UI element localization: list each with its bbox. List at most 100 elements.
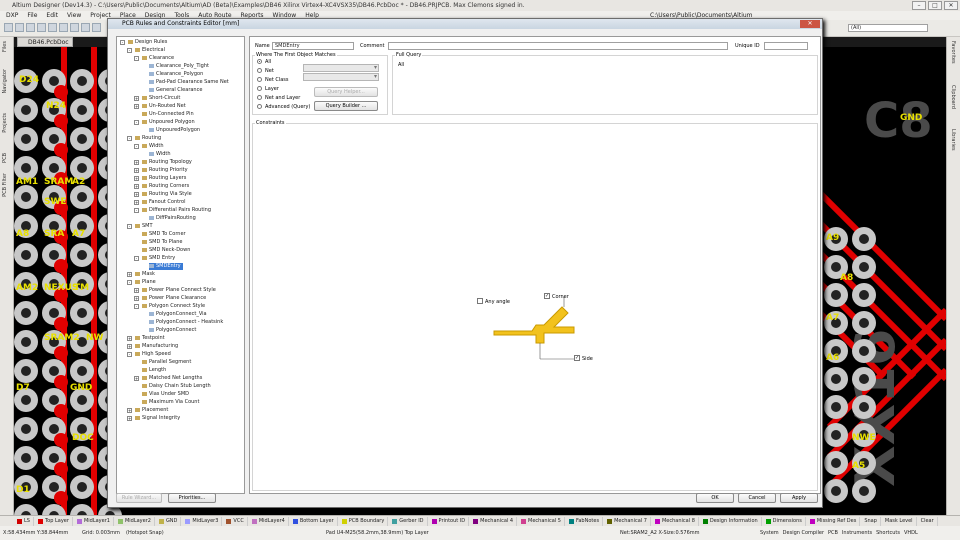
- tree-node[interactable]: General Clearance: [149, 87, 204, 94]
- layer-tab-gnd[interactable]: GND: [156, 516, 182, 526]
- option-radio-all[interactable]: [257, 59, 262, 64]
- layer-tab-mechanical-4[interactable]: Mechanical 4: [470, 516, 518, 526]
- rules-tree[interactable]: - Design Rules - Electrical - Clearance Cleara…: [116, 36, 245, 494]
- layer-tab-mechanical-5[interactable]: Mechanical 5: [518, 516, 565, 526]
- tree-expander-icon[interactable]: +: [127, 416, 132, 421]
- tree-node[interactable]: UnpouredPolygon: [149, 127, 202, 134]
- save-icon[interactable]: [26, 23, 35, 32]
- tree-expander-icon[interactable]: -: [127, 136, 132, 141]
- tree-node[interactable]: SMD To Plane: [142, 239, 185, 246]
- left-panel-tab-files[interactable]: Files: [2, 41, 8, 52]
- tree-node[interactable]: SMD To Corner: [142, 231, 188, 238]
- tree-node[interactable]: Testpoint: [135, 335, 167, 342]
- tree-node[interactable]: Clearance_Polygon: [149, 71, 205, 78]
- print-icon[interactable]: [37, 23, 46, 32]
- name-field[interactable]: SMDEntry: [272, 42, 354, 50]
- tree-node[interactable]: Plane: [135, 279, 158, 286]
- tree-node[interactable]: Fanout Control: [142, 199, 188, 206]
- tree-expander-icon[interactable]: +: [127, 272, 132, 277]
- close-button[interactable]: ✕: [944, 1, 958, 10]
- tree-node[interactable]: Signal Integrity: [135, 415, 182, 422]
- tree-expander-icon[interactable]: +: [134, 288, 139, 293]
- option-radio-advanced-query-[interactable]: [257, 104, 262, 109]
- tree-expander-icon[interactable]: +: [134, 104, 139, 109]
- layer-tab-fabnotes[interactable]: FabNotes: [566, 516, 604, 526]
- status-snap-button[interactable]: Snap: [861, 516, 881, 526]
- panel-button-pcb[interactable]: PCB: [828, 526, 838, 540]
- tree-expander-icon[interactable]: -: [127, 352, 132, 357]
- tree-expander-icon[interactable]: +: [134, 200, 139, 205]
- tree-node[interactable]: Vias Under SMD: [142, 391, 191, 398]
- tree-expander-icon[interactable]: -: [127, 280, 132, 285]
- cancel-button[interactable]: Cancel: [738, 493, 776, 503]
- tree-expander-icon[interactable]: +: [134, 96, 139, 101]
- dialog-close-button[interactable]: ✕: [800, 20, 820, 28]
- zoom-fit-icon[interactable]: [59, 23, 68, 32]
- tree-node[interactable]: Routing Via Style: [142, 191, 194, 198]
- tree-node[interactable]: Parallel Segment: [142, 359, 193, 366]
- tree-node[interactable]: Routing Topology: [142, 159, 194, 166]
- tree-node[interactable]: SMDEntry: [149, 263, 183, 270]
- status-clear-button[interactable]: Clear: [918, 516, 938, 526]
- layer-tab-midlayer2[interactable]: MidLayer2: [115, 516, 155, 526]
- tree-node[interactable]: PolygonConnect_Via: [149, 311, 209, 318]
- tree-node[interactable]: Matched Net Lengths: [142, 375, 204, 382]
- side-checkbox[interactable]: ✓: [574, 355, 580, 361]
- tree-expander-icon[interactable]: -: [134, 304, 139, 309]
- maximize-button[interactable]: □: [928, 1, 942, 10]
- layer-tab-dimensions[interactable]: Dimensions: [763, 516, 806, 526]
- tree-node[interactable]: Unpoured Polygon: [142, 119, 197, 126]
- option-radio-net[interactable]: [257, 68, 262, 73]
- paste-icon[interactable]: [92, 23, 101, 32]
- left-panel-tab-projects[interactable]: Projects: [2, 113, 8, 133]
- tree-node[interactable]: SMD Entry: [142, 255, 177, 262]
- tree-node[interactable]: Mask: [135, 271, 157, 278]
- tree-node[interactable]: Maximum Via Count: [142, 399, 201, 406]
- copy-icon[interactable]: [81, 23, 90, 32]
- tree-expander-icon[interactable]: -: [120, 40, 125, 45]
- tree-expander-icon[interactable]: -: [134, 56, 139, 61]
- tree-node[interactable]: Clearance_Poly_Tight: [149, 63, 211, 70]
- ok-button[interactable]: OK: [696, 493, 734, 503]
- option-radio-net-and-layer[interactable]: [257, 95, 262, 100]
- layer-tab-mechanical-8[interactable]: Mechanical 8: [652, 516, 699, 526]
- query-builder-button[interactable]: Query Builder ...: [314, 101, 378, 111]
- tree-expander-icon[interactable]: +: [134, 192, 139, 197]
- tree-node[interactable]: Short-Circuit: [142, 95, 182, 102]
- tree-expander-icon[interactable]: +: [127, 344, 132, 349]
- menu-item-edit[interactable]: Edit: [46, 12, 58, 19]
- tree-expander-icon[interactable]: -: [134, 144, 139, 149]
- panel-button-design-compiler[interactable]: Design Compiler: [783, 526, 824, 540]
- status-mask-level-button[interactable]: Mask Level: [882, 516, 917, 526]
- tree-expander-icon[interactable]: -: [134, 208, 139, 213]
- tree-expander-icon[interactable]: +: [134, 376, 139, 381]
- left-panel-tab-pcb[interactable]: PCB: [2, 153, 8, 163]
- layer-tab-mechanical-7[interactable]: Mechanical 7: [604, 516, 651, 526]
- panel-button-system[interactable]: System: [760, 526, 779, 540]
- layer-tab-top-layer[interactable]: Top Layer: [35, 516, 73, 526]
- apply-button[interactable]: Apply: [780, 493, 818, 503]
- right-panel-tab-clipboard[interactable]: Clipboard: [950, 85, 956, 109]
- menu-item-file[interactable]: File: [27, 12, 37, 19]
- tree-node[interactable]: Routing: [135, 135, 163, 142]
- tree-node[interactable]: Un-Routed Net: [142, 103, 188, 110]
- net-combo[interactable]: [303, 64, 379, 72]
- layer-tab-vcc[interactable]: VCC: [223, 516, 248, 526]
- option-radio-net-class[interactable]: [257, 77, 262, 82]
- layer-tab-ls[interactable]: LS: [14, 516, 34, 526]
- tree-node[interactable]: Daisy Chain Stub Length: [142, 383, 213, 390]
- layer-tab-gerber-id[interactable]: Gerber ID: [389, 516, 428, 526]
- cut-icon[interactable]: [70, 23, 79, 32]
- priorities-button[interactable]: Priorities...: [168, 493, 216, 503]
- menu-item-dxp[interactable]: DXP: [6, 12, 18, 19]
- tree-expander-icon[interactable]: +: [127, 336, 132, 341]
- tree-node[interactable]: Routing Layers: [142, 175, 188, 182]
- corner-checkbox[interactable]: ✓: [544, 293, 550, 299]
- document-tab[interactable]: DB46.PcbDoc *: [17, 37, 73, 56]
- zoom-icon[interactable]: [48, 23, 57, 32]
- tree-node[interactable]: SMD Neck-Down: [142, 247, 192, 254]
- unique-id-field[interactable]: [764, 42, 808, 50]
- tree-expander-icon[interactable]: -: [134, 256, 139, 261]
- left-panel-tab-navigator[interactable]: Navigator: [2, 69, 8, 93]
- tree-node[interactable]: Length: [142, 367, 168, 374]
